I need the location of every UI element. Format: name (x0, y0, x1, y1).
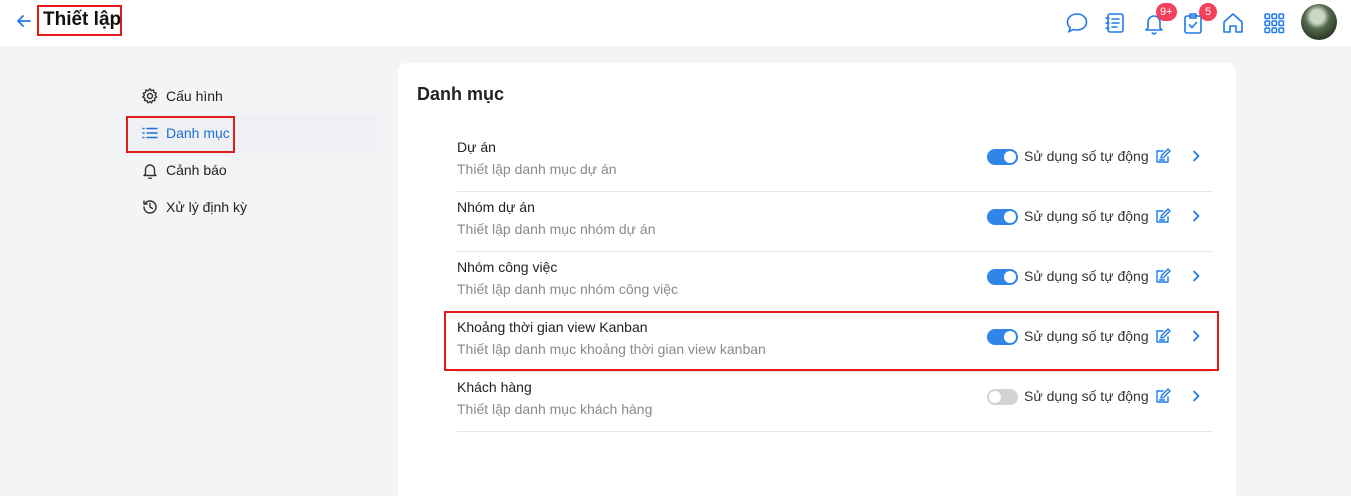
chevron-right-icon[interactable] (1189, 209, 1203, 223)
bell-icon (143, 164, 157, 179)
chevron-right-icon[interactable] (1189, 389, 1203, 403)
row-subtitle: Thiết lập danh mục nhóm công việc (457, 281, 679, 297)
sidebar-item-label: Xử lý định kỳ (166, 199, 247, 215)
row-title: Dự án (457, 139, 496, 155)
page-title: Thiết lập (43, 9, 122, 30)
back-arrow-icon[interactable] (14, 11, 34, 31)
sidebar-item-cau-hinh[interactable]: Cấu hình (141, 84, 223, 108)
toggle-label: Sử dụng số tự động (1024, 388, 1149, 404)
toggle-knob (989, 391, 1001, 403)
toggle-knob (1004, 151, 1016, 163)
chevron-right-icon[interactable] (1189, 149, 1203, 163)
auto-number-toggle[interactable] (987, 149, 1018, 165)
list-item-nhom-du-an[interactable]: Nhóm dự án Thiết lập danh mục nhóm dự án… (457, 192, 1212, 252)
sidebar-item-xu-ly-dinh-ky[interactable]: Xử lý định kỳ (141, 195, 247, 219)
chat-icon[interactable] (1064, 10, 1090, 36)
history-icon (143, 200, 157, 214)
row-title: Nhóm dự án (457, 199, 535, 215)
list-item-nhom-cong-viec[interactable]: Nhóm công việc Thiết lập danh mục nhóm c… (457, 252, 1212, 312)
notes-icon[interactable] (1102, 10, 1128, 36)
edit-icon[interactable] (1154, 387, 1172, 405)
row-title: Khách hàng (457, 379, 532, 395)
top-bar: Thiết lập 9+ 5 (0, 0, 1351, 46)
row-subtitle: Thiết lập danh mục dự án (457, 161, 617, 177)
toggle-knob (1004, 211, 1016, 223)
sidebar-highlight-box (126, 116, 235, 153)
auto-number-toggle[interactable] (987, 209, 1018, 225)
edit-icon[interactable] (1154, 207, 1172, 225)
edit-icon[interactable] (1154, 147, 1172, 165)
toggle-label: Sử dụng số tự động (1024, 268, 1149, 284)
chevron-right-icon[interactable] (1189, 269, 1203, 283)
task-badge: 5 (1199, 3, 1217, 21)
section-title: Danh mục (417, 84, 505, 104)
avatar[interactable] (1301, 4, 1337, 40)
row-subtitle: Thiết lập danh mục khách hàng (457, 401, 653, 417)
sidebar-item-label: Cấu hình (166, 88, 223, 104)
row-subtitle: Thiết lập danh mục nhóm dự án (457, 221, 656, 237)
row-highlight-box (444, 311, 1219, 371)
toggle-label: Sử dụng số tự động (1024, 148, 1149, 164)
edit-icon[interactable] (1154, 267, 1172, 285)
sidebar-item-canh-bao[interactable]: Cảnh báo (141, 158, 227, 182)
home-icon[interactable] (1220, 10, 1246, 36)
row-title: Nhóm công việc (457, 259, 558, 275)
auto-number-toggle[interactable] (987, 389, 1018, 405)
sidebar-item-label: Cảnh báo (166, 162, 227, 178)
list-item-du-an[interactable]: Dự án Thiết lập danh mục dự án Sử dụng s… (457, 132, 1212, 192)
apps-grid-icon[interactable] (1261, 10, 1287, 36)
toggle-knob (1004, 271, 1016, 283)
toggle-label: Sử dụng số tự động (1024, 208, 1149, 224)
auto-number-toggle[interactable] (987, 269, 1018, 285)
gear-icon (141, 87, 158, 104)
list-item-khach-hang[interactable]: Khách hàng Thiết lập danh mục khách hàng… (457, 372, 1212, 432)
notification-badge: 9+ (1156, 3, 1177, 21)
